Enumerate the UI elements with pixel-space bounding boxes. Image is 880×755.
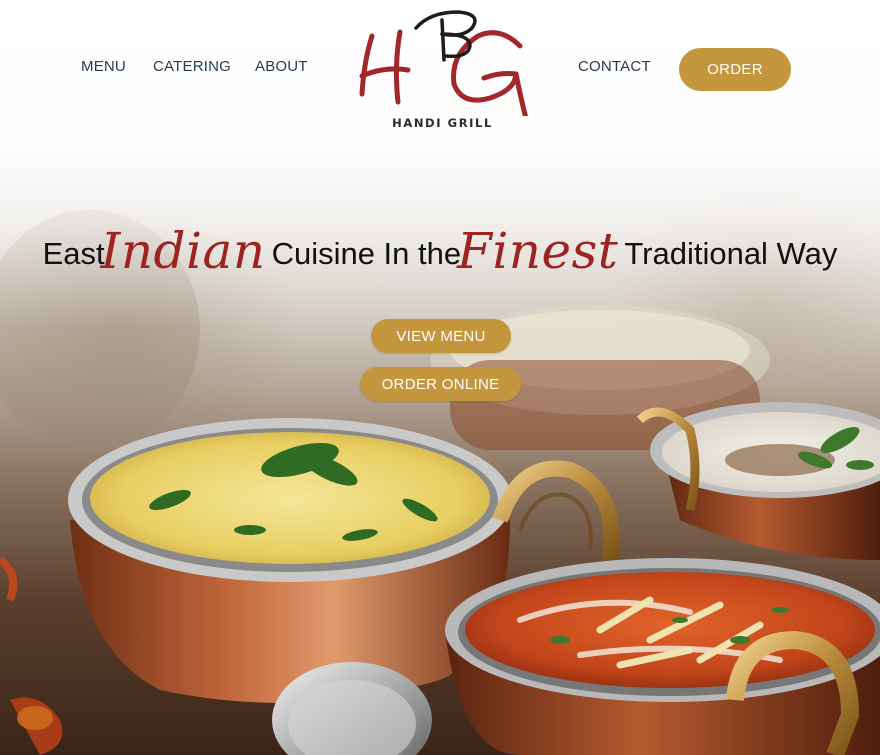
handi-grill-logo[interactable]: HANDI GRILL xyxy=(350,6,535,134)
order-online-button[interactable]: ORDER ONLINE xyxy=(360,367,521,401)
headline-part-east: East xyxy=(42,236,105,271)
order-button[interactable]: ORDER xyxy=(679,48,791,91)
hg-monogram-icon xyxy=(359,10,531,129)
nav-about-link[interactable]: ABOUT xyxy=(255,58,308,75)
view-menu-button[interactable]: VIEW MENU xyxy=(371,319,511,353)
nav-menu-link[interactable]: MENU xyxy=(81,58,126,75)
logo-wordmark: HANDI GRILL xyxy=(392,116,493,130)
headline-script-indian: Indian xyxy=(100,222,266,280)
headline-part-cuisine: Cuisine In the xyxy=(271,236,462,271)
nav-contact-link[interactable]: CONTACT xyxy=(578,58,651,75)
hero-headline: EastIndian Cuisine In theFinest Traditiona… xyxy=(0,204,880,284)
headline-script-finest: Finest xyxy=(457,222,619,280)
site-header: MENU CATERING ABOUT HANDI GRILL CONTACT … xyxy=(0,0,880,140)
nav-catering-link[interactable]: CATERING xyxy=(153,58,231,75)
headline-part-traditional: Traditional Way xyxy=(624,236,838,271)
hero-headline-line: EastIndian Cuisine In theFinest Traditiona… xyxy=(42,222,838,280)
